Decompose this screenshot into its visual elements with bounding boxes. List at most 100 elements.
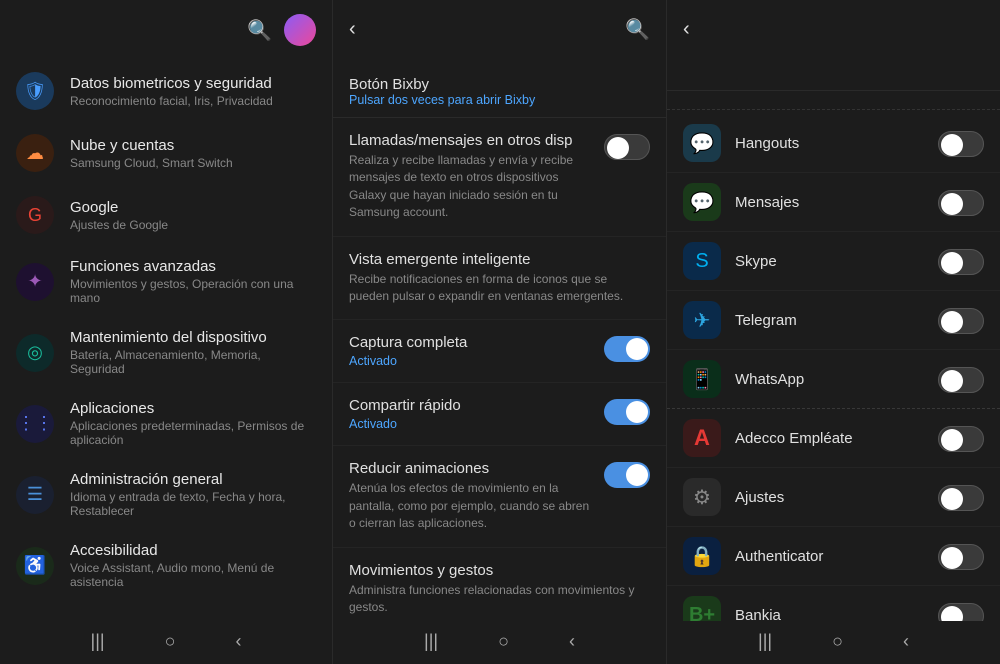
mid-back-icon[interactable]: ‹ (349, 18, 356, 41)
nav-menu-icon[interactable]: ||| (91, 631, 105, 652)
reducir-desc: Atenúa los efectos de movimiento en la p… (349, 480, 594, 532)
settings-item-aplicaciones[interactable]: ⋮⋮ Aplicaciones Aplicaciones predetermin… (0, 388, 332, 459)
accesibilidad-text: Accesibilidad Voice Assistant, Audio mon… (70, 542, 316, 589)
left-header: 🔍 (0, 0, 332, 56)
hangouts-name: Hangouts (735, 135, 938, 152)
settings-item-nube[interactable]: ☁ Nube y cuentas Samsung Cloud, Smart Sw… (0, 122, 332, 184)
hangouts-toggle[interactable] (938, 131, 984, 157)
settings-item-accesibilidad[interactable]: ♿ Accesibilidad Voice Assistant, Audio m… (0, 530, 332, 601)
skype-toggle[interactable] (938, 249, 984, 275)
nube-icon: ☁ (16, 134, 54, 172)
suggested-label (667, 91, 1000, 110)
ajustes2-icon: ⚙ (683, 478, 721, 516)
mensajes-name: Mensajes (735, 194, 938, 211)
mensajes-toggle[interactable] (938, 190, 984, 216)
whatsapp-toggle-knob (941, 370, 963, 392)
adecco-toggle[interactable] (938, 426, 984, 452)
right-nav: ||| ○ ‹ (667, 621, 1000, 664)
auth-name: Authenticator (735, 548, 938, 565)
app-row-mensajes: 💬 Mensajes (667, 173, 1000, 232)
admin-text: Administración general Idioma y entrada … (70, 471, 316, 518)
search-icon[interactable]: 🔍 (247, 18, 272, 43)
mid-row-movimientos[interactable]: Movimientos y gestos Administra funcione… (333, 548, 666, 621)
llamadas-title: Llamadas/mensajes en otros disp (349, 132, 594, 149)
mid-section-bixby[interactable]: Botón Bixby Pulsar dos veces para abrir … (333, 58, 666, 118)
nav-home-icon-mid[interactable]: ○ (498, 631, 509, 652)
mid-row-compartir: Compartir rápido Activado (333, 383, 666, 446)
mid-search-icon[interactable]: 🔍 (625, 17, 650, 42)
telegram-toggle[interactable] (938, 308, 984, 334)
ajustes2-toggle-knob (941, 488, 963, 510)
nav-home-icon-right[interactable]: ○ (832, 631, 843, 652)
mantenimiento-icon: ◎ (16, 334, 54, 372)
telegram-name: Telegram (735, 312, 938, 329)
auth-toggle[interactable] (938, 544, 984, 570)
compartir-toggle[interactable] (604, 399, 650, 425)
auth-icon: 🔒 (683, 537, 721, 575)
settings-list: 🛡 Datos biometricos y seguridad Reconoci… (0, 56, 332, 621)
aplicaciones-title: Aplicaciones (70, 400, 316, 417)
skype-icon: S (683, 242, 721, 280)
nube-title: Nube y cuentas (70, 137, 316, 154)
nav-menu-icon-mid[interactable]: ||| (424, 631, 438, 652)
right-header: ‹ (667, 0, 1000, 54)
app-row-bankia: B+ Bankia (667, 586, 1000, 621)
vista-desc: Recibe notificaciones en forma de iconos… (349, 271, 640, 306)
bankia-icon: B+ (683, 596, 721, 621)
settings-item-biometricos[interactable]: 🛡 Datos biometricos y seguridad Reconoci… (0, 60, 332, 122)
reducir-toggle[interactable] (604, 462, 650, 488)
bankia-name: Bankia (735, 607, 938, 622)
settings-item-funciones[interactable]: ✦ Funciones avanzadas Movimientos y gest… (0, 246, 332, 317)
movimientos-desc: Administra funciones relacionadas con mo… (349, 582, 640, 617)
mid-row-captura: Captura completa Activado (333, 320, 666, 383)
aplicaciones-subtitle: Aplicaciones predeterminadas, Permisos d… (70, 419, 316, 447)
nav-home-icon[interactable]: ○ (165, 631, 176, 652)
captura-status: Activado (349, 354, 594, 368)
hangouts-icon: 💬 (683, 124, 721, 162)
avatar[interactable] (284, 14, 316, 46)
app-row-whatsapp: 📱 WhatsApp (667, 350, 1000, 409)
admin-title: Administración general (70, 471, 316, 488)
right-back-icon[interactable]: ‹ (683, 18, 690, 41)
telegram-toggle-knob (941, 311, 963, 333)
funciones-title: Funciones avanzadas (70, 258, 316, 275)
aplicaciones-icon: ⋮⋮ (16, 405, 54, 443)
app-row-adecco: A Adecco Empléate (667, 409, 1000, 468)
mensajes-toggle-knob (941, 193, 963, 215)
google-text: Google Ajustes de Google (70, 199, 316, 232)
reducir-toggle-knob (626, 464, 648, 486)
settings-item-google[interactable]: G Google Ajustes de Google (0, 184, 332, 246)
adecco-icon: A (683, 419, 721, 457)
bankia-toggle-knob (941, 606, 963, 621)
ajustes2-toggle[interactable] (938, 485, 984, 511)
mid-list: Botón Bixby Pulsar dos veces para abrir … (333, 54, 666, 621)
right-description (667, 54, 1000, 91)
mantenimiento-title: Mantenimiento del dispositivo (70, 329, 316, 346)
nav-back-icon-mid[interactable]: ‹ (569, 631, 575, 652)
funciones-icon: ✦ (16, 263, 54, 301)
settings-item-admin[interactable]: ☰ Administración general Idioma y entrad… (0, 459, 332, 530)
skype-name: Skype (735, 253, 938, 270)
adecco-toggle-knob (941, 429, 963, 451)
nav-back-icon-right[interactable]: ‹ (903, 631, 909, 652)
panel-mid: ‹ 🔍 Botón Bixby Pulsar dos veces para ab… (333, 0, 667, 664)
compartir-title: Compartir rápido (349, 397, 594, 414)
mid-row-vista[interactable]: Vista emergente inteligente Recibe notif… (333, 237, 666, 321)
nube-text: Nube y cuentas Samsung Cloud, Smart Swit… (70, 137, 316, 170)
nav-back-icon[interactable]: ‹ (235, 631, 241, 652)
compartir-toggle-knob (626, 401, 648, 423)
reducir-title: Reducir animaciones (349, 460, 594, 477)
llamadas-toggle[interactable] (604, 134, 650, 160)
mid-row-llamadas: Llamadas/mensajes en otros disp Realiza … (333, 118, 666, 237)
whatsapp-toggle[interactable] (938, 367, 984, 393)
biometricos-icon: 🛡 (16, 72, 54, 110)
captura-toggle[interactable] (604, 336, 650, 362)
nav-menu-icon-right[interactable]: ||| (758, 631, 772, 652)
bankia-toggle[interactable] (938, 603, 984, 621)
telegram-icon: ✈ (683, 301, 721, 339)
aplicaciones-text: Aplicaciones Aplicaciones predeterminada… (70, 400, 316, 447)
settings-item-mantenimiento[interactable]: ◎ Mantenimiento del dispositivo Batería,… (0, 317, 332, 388)
biometricos-text: Datos biometricos y seguridad Reconocimi… (70, 75, 316, 108)
admin-subtitle: Idioma y entrada de texto, Fecha y hora,… (70, 490, 316, 518)
nube-subtitle: Samsung Cloud, Smart Switch (70, 156, 316, 170)
